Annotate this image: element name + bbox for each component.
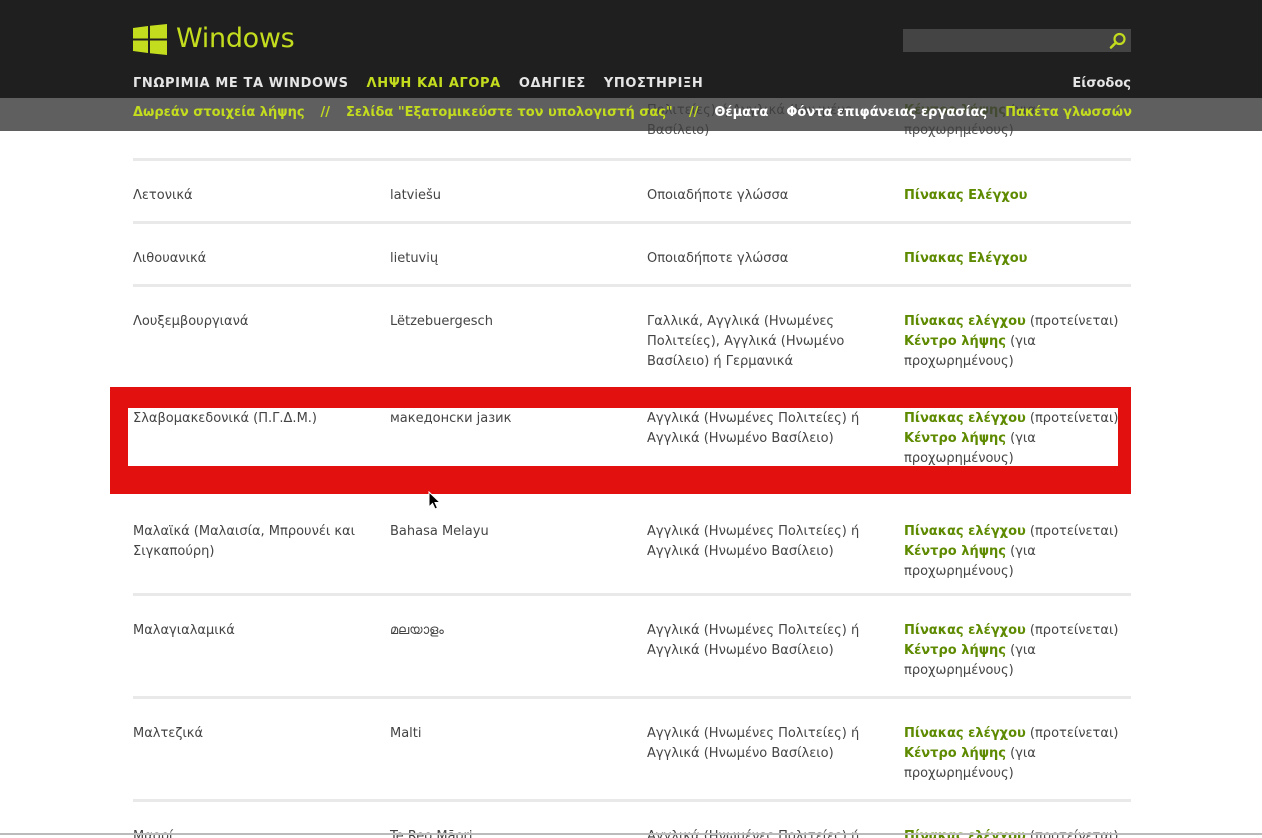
table-row: Λουξεμβουργιανά Lëtzebuergesch Γαλλικά, …: [133, 284, 1131, 387]
base-language: Οποιαδήποτε γλώσσα: [647, 251, 789, 266]
base-language: Γαλλικά, Αγγλικά (Ηνωμένες Πολιτείες), Α…: [647, 314, 845, 369]
windows-flag-icon: [133, 23, 167, 55]
recommended-note: (προτείνεται): [1025, 314, 1119, 329]
control-panel-link[interactable]: Πίνακας ελέγχου: [904, 411, 1026, 426]
control-panel-link[interactable]: Πίνακας ελέγχου: [904, 524, 1026, 539]
site-header: Windows ΓΝΩΡΙΜΙΑ ΜΕ ΤΑ WINDOWS ΛΗΨΗ ΚΑΙ …: [0, 0, 1262, 98]
control-panel-link[interactable]: Πίνακας ελέγχου: [904, 314, 1026, 329]
breadcrumb-separator: //: [688, 105, 699, 120]
control-panel-link[interactable]: Πίνακας Ελέγχου: [904, 251, 1027, 266]
search-icon[interactable]: [1109, 32, 1127, 50]
download-cell: Πίνακας ελέγχου (προτείνεται) Κέντρο λήψη…: [904, 522, 1134, 582]
control-panel-link[interactable]: Πίνακας Ελέγχου: [904, 188, 1027, 203]
base-language: Οποιαδήποτε γλώσσα: [647, 188, 789, 203]
language-name: Λιθουανικά: [133, 251, 207, 266]
breadcrumb-personalize[interactable]: Σελίδα "Εξατομικεύστε τον υπολογιστή σας…: [346, 105, 673, 120]
language-name: Μαλαγιαλαμικά: [133, 623, 235, 638]
table-row: Μαλαϊκά (Μαλαισία, Μπρουνέι και Σιγκαπού…: [133, 497, 1131, 590]
main-nav: ΓΝΩΡΙΜΙΑ ΜΕ ΤΑ WINDOWS ΛΗΨΗ ΚΑΙ ΑΓΟΡΑ ΟΔ…: [133, 76, 721, 91]
base-language: Αγγλικά (Ηνωμένες Πολιτείες) ή Αγγλικά (…: [647, 411, 860, 446]
download-cell: Πίνακας ελέγχου (προτείνεται) Κέντρο λήψη…: [904, 621, 1134, 681]
sub-navigation-bar: Δωρεάν στοιχεία λήψης // Σελίδα "Εξατομι…: [0, 98, 1262, 131]
language-name: Σλαβομακεδονικά (Π.Γ.Δ.Μ.): [133, 411, 317, 426]
language-native: македонски јазик: [390, 411, 512, 426]
table-row: Μαλαγιαλαμικά മലയാളം Αγγλικά (Ηνωμένες Π…: [133, 593, 1131, 696]
table-row: Μαλτεζικά Malti Αγγλικά (Ηνωμένες Πολιτε…: [133, 696, 1131, 799]
nav-get-to-know[interactable]: ΓΝΩΡΙΜΙΑ ΜΕ ΤΑ WINDOWS: [133, 76, 349, 91]
download-cell: Πίνακας Ελέγχου: [904, 249, 1134, 269]
language-native: Lëtzebuergesch: [390, 314, 493, 329]
download-center-link[interactable]: Κέντρο λήψης: [904, 431, 1006, 446]
breadcrumb-separator: //: [320, 105, 331, 120]
subnav-wallpapers[interactable]: Φόντα επιφάνειας εργασίας: [786, 105, 987, 120]
search-input[interactable]: [903, 29, 1131, 52]
download-center-link[interactable]: Κέντρο λήψης: [904, 746, 1006, 761]
download-cell: Πίνακας Ελέγχου: [904, 186, 1134, 206]
recommended-note: (προτείνεται): [1025, 411, 1119, 426]
recommended-note: (προτείνεται): [1025, 623, 1119, 638]
base-language: Αγγλικά (Ηνωμένες Πολιτείες) ή Αγγλικά (…: [647, 524, 860, 559]
base-language: Αγγλικά (Ηνωμένες Πολιτείες) ή Αγγλικά (…: [647, 623, 860, 658]
breadcrumb-free-downloads[interactable]: Δωρεάν στοιχεία λήψης: [133, 105, 305, 120]
nav-how-to[interactable]: ΟΔΗΓΙΕΣ: [519, 76, 586, 91]
nav-download-buy[interactable]: ΛΗΨΗ ΚΑΙ ΑΓΟΡΑ: [367, 76, 501, 91]
subnav-themes[interactable]: Θέματα: [714, 105, 768, 120]
nav-support[interactable]: ΥΠΟΣΤΗΡΙΞΗ: [604, 76, 703, 91]
language-name: Μαλαϊκά (Μαλαισία, Μπρουνέι και Σιγκαπού…: [133, 524, 356, 559]
table-row: Λιθουανικά lietuvių Οποιαδήποτε γλώσσα Π…: [133, 221, 1131, 286]
language-native: lietuvių: [390, 251, 439, 266]
language-native: Bahasa Melayu: [390, 524, 489, 539]
recommended-note: (προτείνεται): [1025, 726, 1119, 741]
language-name: Λετονικά: [133, 188, 193, 203]
breadcrumb: Δωρεάν στοιχεία λήψης // Σελίδα "Εξατομι…: [133, 105, 1132, 120]
language-native: Malti: [390, 726, 422, 741]
download-cell: Πίνακας ελέγχου (προτείνεται) Κέντρο λήψη…: [904, 409, 1134, 469]
download-center-link[interactable]: Κέντρο λήψης: [904, 544, 1006, 559]
recommended-note: (προτείνεται): [1025, 524, 1119, 539]
download-cell: Πίνακας ελέγχου (προτείνεται) Κέντρο λήψη…: [904, 724, 1134, 784]
control-panel-link[interactable]: Πίνακας ελέγχου: [904, 623, 1026, 638]
download-center-link[interactable]: Κέντρο λήψης: [904, 643, 1006, 658]
control-panel-link[interactable]: Πίνακας ελέγχου: [904, 726, 1026, 741]
logo-text: Windows: [176, 23, 295, 54]
table-row: Λετονικά latviešu Οποιαδήποτε γλώσσα Πίν…: [133, 158, 1131, 223]
base-language: Αγγλικά (Ηνωμένες Πολιτείες) ή Αγγλικά (…: [647, 726, 860, 761]
subnav-language-packs[interactable]: Πακέτα γλωσσών: [1005, 105, 1132, 120]
language-name: Λουξεμβουργιανά: [133, 314, 249, 329]
sign-in-link[interactable]: Είσοδος: [1072, 76, 1131, 91]
language-name: Μαλτεζικά: [133, 726, 204, 741]
mouse-cursor-icon: [428, 491, 441, 510]
download-center-link[interactable]: Κέντρο λήψης: [904, 334, 1006, 349]
download-cell: Πίνακας ελέγχου (προτείνεται) Κέντρο λήψη…: [904, 312, 1134, 372]
language-native: latviešu: [390, 188, 441, 203]
language-native: മലയാളം: [390, 623, 444, 638]
windows-logo[interactable]: Windows: [133, 23, 295, 55]
